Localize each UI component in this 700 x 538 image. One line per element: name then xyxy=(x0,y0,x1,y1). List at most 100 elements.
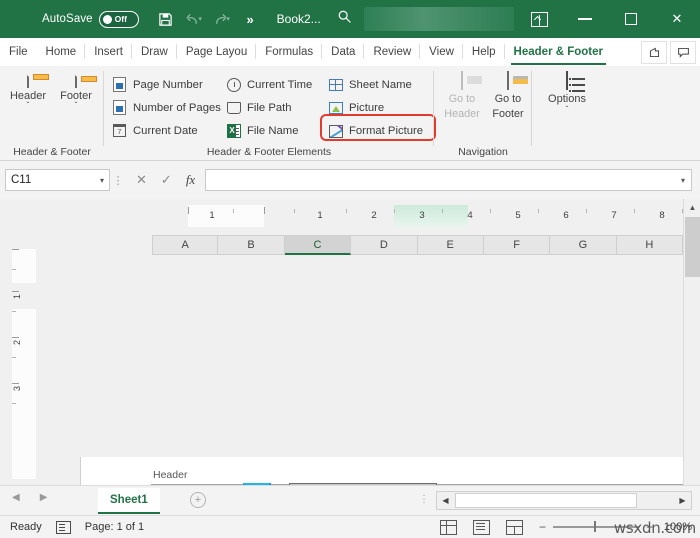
ruler-number: 1 xyxy=(317,210,323,221)
file-name-button[interactable]: File Name xyxy=(226,120,298,142)
tab-formulas[interactable]: Formulas xyxy=(256,38,323,66)
tab-data[interactable]: Data xyxy=(322,38,365,66)
vruler-number: 2 xyxy=(12,339,22,345)
column-header-g[interactable]: G xyxy=(550,235,617,255)
autosave-control[interactable]: AutoSave Off xyxy=(42,10,139,28)
redo-icon[interactable]: ▾ xyxy=(209,6,235,32)
ruler-number: 6 xyxy=(563,210,569,221)
comments-icon[interactable] xyxy=(670,41,696,64)
ruler-number: 4 xyxy=(467,210,473,221)
expand-formula-bar-icon[interactable]: ▾ xyxy=(681,176,685,185)
page-layout-view-button[interactable] xyxy=(472,519,490,535)
picture-icon xyxy=(328,100,344,116)
column-header-d[interactable]: D xyxy=(351,235,418,255)
group-label-header-footer: Header & Footer xyxy=(13,146,91,158)
options-dropdown-chevron[interactable]: ˇ xyxy=(540,105,594,114)
go-to-footer-button[interactable]: Go to Footer xyxy=(482,71,534,120)
format-picture-button[interactable]: Format Picture xyxy=(328,120,423,142)
ruler-number: 2 xyxy=(371,210,377,221)
cancel-icon[interactable]: ✕ xyxy=(136,172,147,188)
page-number-button[interactable]: Page Number xyxy=(112,74,203,96)
sheet-tab-bar: ◀ ▶ Sheet1 + ⋮ ◀ ▶ xyxy=(0,485,700,515)
picture-button[interactable]: Picture xyxy=(328,97,384,119)
go-to-header-button: Go to Header xyxy=(436,71,488,120)
header-button[interactable]: Header ˇ xyxy=(4,69,52,110)
page-number-icon xyxy=(112,77,128,93)
formula-bar: C11 ▾ ⋮ ✕ ✓ fx ▾ xyxy=(0,161,700,199)
vertical-scrollbar[interactable]: ▲ xyxy=(683,199,700,485)
footer-dropdown-chevron[interactable]: ˇ xyxy=(52,102,100,110)
add-sheet-icon[interactable]: + xyxy=(190,492,206,508)
current-date-button[interactable]: 7 Current Date xyxy=(112,120,198,142)
ribbon-tab-strip: File Home Insert Draw Page Layou Formula… xyxy=(0,38,700,66)
column-header-c[interactable]: C xyxy=(284,235,352,255)
vruler-number: 1 xyxy=(12,293,22,299)
search-input[interactable] xyxy=(363,7,514,31)
column-header-a[interactable]: A xyxy=(152,235,219,255)
prev-sheet-icon[interactable]: ◀ xyxy=(12,492,20,503)
options-button[interactable]: Options ˇ xyxy=(540,71,594,114)
tab-header-and-footer[interactable]: Header & Footer xyxy=(505,38,612,66)
ribbon-group-header-footer: Header ˇ Footer ˇ Header & Footer xyxy=(0,66,104,161)
zoom-out-button[interactable]: − xyxy=(539,520,546,534)
format-picture-label: Format Picture xyxy=(349,125,424,137)
current-time-button[interactable]: Current Time xyxy=(226,74,312,96)
next-sheet-icon[interactable]: ▶ xyxy=(40,492,48,503)
tab-review[interactable]: Review xyxy=(364,38,420,66)
save-icon[interactable] xyxy=(153,6,179,32)
sheet-name-button[interactable]: Sheet Name xyxy=(328,74,412,96)
file-path-button[interactable]: File Path xyxy=(226,97,292,119)
zoom-slider-thumb[interactable] xyxy=(593,521,596,533)
number-of-pages-button[interactable]: Number of Pages xyxy=(112,97,221,119)
column-header-f[interactable]: F xyxy=(483,235,551,255)
scroll-up-icon[interactable]: ▲ xyxy=(684,199,700,216)
column-header-e[interactable]: E xyxy=(417,235,484,255)
maximize-icon[interactable] xyxy=(608,0,654,38)
column-header-b[interactable]: B xyxy=(218,235,285,255)
tab-insert[interactable]: Insert xyxy=(85,38,132,66)
close-icon[interactable]: ✕ xyxy=(654,0,700,38)
scroll-left-icon[interactable]: ◀ xyxy=(437,492,454,509)
horizontal-scroll-thumb[interactable] xyxy=(455,493,637,508)
document-title[interactable]: Book2... xyxy=(277,12,321,26)
tab-page-layout[interactable]: Page Layou xyxy=(177,38,257,66)
enter-icon[interactable]: ✓ xyxy=(161,172,172,188)
tab-file[interactable]: File xyxy=(0,38,37,66)
search-icon[interactable] xyxy=(337,9,352,29)
name-box-chevron-icon[interactable]: ▾ xyxy=(100,176,104,185)
number-of-pages-label: Number of Pages xyxy=(133,102,221,114)
column-header-h[interactable]: H xyxy=(616,235,684,255)
ribbon-display-options-icon[interactable] xyxy=(516,0,562,38)
ribbon-group-options: Options ˇ xyxy=(532,66,604,161)
tab-draw[interactable]: Draw xyxy=(132,38,177,66)
tab-view[interactable]: View xyxy=(420,38,463,66)
worksheet-area: 1 1 2 3 4 5 6 7 8 9 xyxy=(0,199,700,485)
autosave-toggle[interactable]: Off xyxy=(98,10,139,28)
tab-help[interactable]: Help xyxy=(463,38,505,66)
vertical-scroll-thumb[interactable] xyxy=(685,217,700,277)
undo-icon[interactable]: ▾ xyxy=(181,6,207,32)
minimize-icon[interactable] xyxy=(562,0,608,38)
horizontal-scrollbar[interactable]: ◀ ▶ xyxy=(436,491,692,510)
header-dropdown-chevron[interactable]: ˇ xyxy=(4,102,52,110)
tab-split-grip[interactable]: ⋮ xyxy=(419,494,429,505)
title-bar: AutoSave Off ▾ ▾ » Book2... ✕ xyxy=(0,0,700,38)
insert-function-icon[interactable]: fx xyxy=(186,172,195,188)
tab-home[interactable]: Home xyxy=(37,38,86,66)
normal-view-button[interactable] xyxy=(439,519,457,535)
page-break-preview-button[interactable] xyxy=(505,519,523,535)
autosave-label: AutoSave xyxy=(42,13,93,25)
name-box[interactable]: C11 ▾ xyxy=(5,169,110,191)
accessibility-checker-icon[interactable] xyxy=(55,520,71,534)
formula-input[interactable]: ▾ xyxy=(205,169,692,191)
page-number-label: Page Number xyxy=(133,79,203,91)
share-icon[interactable] xyxy=(641,41,667,64)
ruler-margin-left xyxy=(188,205,264,227)
tab-right-buttons xyxy=(641,41,696,64)
footer-button[interactable]: Footer ˇ xyxy=(52,69,100,110)
scroll-right-icon[interactable]: ▶ xyxy=(674,492,691,509)
quick-access-toolbar: ▾ ▾ » xyxy=(153,6,263,32)
more-commands-icon[interactable]: » xyxy=(237,6,263,32)
watermark: wsxdn.com xyxy=(613,519,696,537)
sheet-tab-sheet1[interactable]: Sheet1 xyxy=(98,488,160,514)
